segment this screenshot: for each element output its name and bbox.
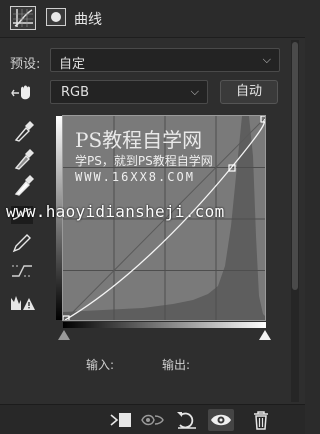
panel-header: 曲线 bbox=[0, 0, 305, 38]
scrollbar-thumb[interactable] bbox=[292, 42, 298, 290]
input-label: 输入: bbox=[86, 358, 115, 372]
mask-icon[interactable] bbox=[46, 8, 66, 26]
black-point-slider[interactable] bbox=[58, 330, 70, 340]
auto-button[interactable]: 自动 bbox=[220, 80, 278, 104]
curves-properties-panel: 曲线 预设: 自定 ⌵ RGB ⌵ 自动 PS教程自学网 学PS，就到PS教程自… bbox=[0, 0, 305, 434]
vertical-scrollbar[interactable] bbox=[291, 40, 299, 402]
targeted-adjust-hand-icon[interactable] bbox=[10, 84, 36, 102]
white-point-eyedropper-icon[interactable] bbox=[10, 174, 36, 196]
preset-dropdown[interactable]: 自定 ⌵ bbox=[50, 48, 280, 72]
watermark-slogan: 学PS，就到PS教程自学网 bbox=[75, 154, 213, 168]
delete-trash-icon[interactable] bbox=[248, 409, 274, 431]
black-point-eyedropper-icon[interactable] bbox=[10, 120, 36, 142]
chevron-down-icon: ⌵ bbox=[262, 53, 271, 66]
output-label: 输出: bbox=[162, 358, 191, 372]
white-point-slider[interactable] bbox=[259, 330, 271, 340]
chevron-down-icon: ⌵ bbox=[190, 85, 199, 98]
watermark-site-name: PS教程自学网 bbox=[75, 128, 203, 152]
watermark-overlay-url: www.haoyidiansheji.com bbox=[6, 202, 225, 221]
reset-icon[interactable] bbox=[174, 409, 200, 431]
channel-value: RGB bbox=[61, 85, 90, 100]
visibility-eye-icon[interactable] bbox=[208, 409, 234, 431]
panel-footer-toolbar bbox=[0, 404, 305, 434]
clip-to-layer-icon[interactable] bbox=[108, 409, 134, 431]
watermark-url: WWW.16XX8.COM bbox=[75, 170, 195, 184]
view-previous-state-icon[interactable] bbox=[140, 409, 166, 431]
input-gradient-bar bbox=[63, 322, 266, 328]
gray-point-eyedropper-icon[interactable] bbox=[10, 148, 36, 170]
preset-value: 自定 bbox=[59, 57, 86, 72]
smooth-curve-icon[interactable] bbox=[10, 260, 36, 282]
curves-adjustment-icon[interactable] bbox=[10, 6, 36, 30]
preset-label: 预设: bbox=[10, 57, 41, 72]
panel-title: 曲线 bbox=[74, 12, 102, 28]
pencil-draw-icon[interactable] bbox=[10, 232, 36, 254]
channel-dropdown[interactable]: RGB ⌵ bbox=[50, 80, 208, 104]
clipping-warning-icon[interactable] bbox=[10, 290, 36, 312]
